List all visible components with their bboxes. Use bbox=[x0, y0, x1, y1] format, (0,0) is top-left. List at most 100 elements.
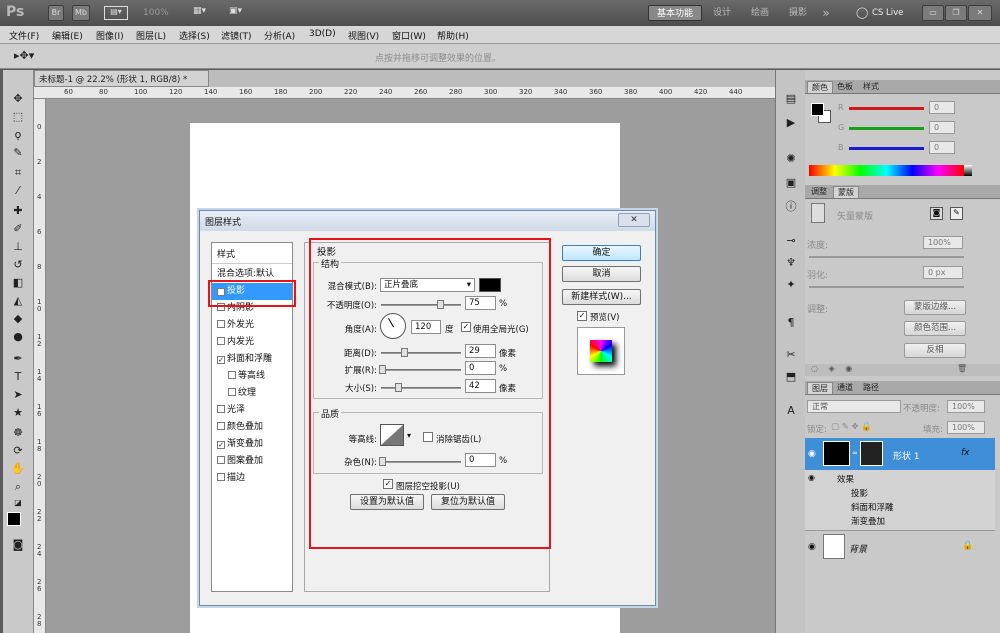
channel-g-slider[interactable] bbox=[849, 127, 924, 130]
menu-layer[interactable]: 图层(L) bbox=[136, 29, 166, 42]
cs-live-label[interactable]: CS Live bbox=[872, 8, 903, 18]
brush-panel-icon[interactable]: ✺ bbox=[783, 152, 799, 166]
channel-b-slider[interactable] bbox=[849, 147, 924, 150]
styles-header[interactable]: 样式 bbox=[212, 247, 292, 264]
bw-ramp[interactable] bbox=[964, 165, 972, 176]
path-select-tool-icon[interactable]: ➤ bbox=[10, 388, 26, 402]
style-item-color-overlay[interactable]: 颜色叠加 bbox=[212, 419, 292, 436]
density-slider[interactable] bbox=[809, 256, 964, 258]
mini-bridge-button[interactable]: Mb bbox=[72, 5, 90, 21]
stamp-tool-icon[interactable]: ⊥ bbox=[10, 240, 26, 254]
style-checkbox[interactable] bbox=[228, 388, 236, 396]
move-tool-icon[interactable]: ✥ bbox=[10, 92, 26, 106]
quick-mask-icon[interactable]: ◙ bbox=[10, 538, 26, 552]
channels-panel-icon[interactable]: ✦ bbox=[783, 278, 799, 292]
workspace-essentials[interactable]: 基本功能 bbox=[648, 5, 702, 21]
menu-view[interactable]: 视图(V) bbox=[348, 29, 379, 42]
menu-image[interactable]: 图像(I) bbox=[96, 29, 124, 42]
close-window-button[interactable]: ✕ bbox=[968, 5, 992, 21]
style-checkbox[interactable] bbox=[217, 405, 225, 413]
vector-mask-icon[interactable]: ✎ bbox=[950, 207, 963, 220]
actions-panel-icon[interactable]: ▶ bbox=[783, 116, 799, 130]
style-checkbox[interactable] bbox=[217, 320, 225, 328]
color-spectrum-ramp[interactable] bbox=[809, 165, 964, 176]
tab-color[interactable]: 颜色 bbox=[807, 81, 833, 93]
eyedropper-tool-icon[interactable]: ⁄ bbox=[10, 184, 26, 198]
pixel-mask-icon[interactable]: ◙ bbox=[930, 207, 943, 220]
dialog-close-button[interactable]: ✕ bbox=[618, 213, 650, 227]
color-range-button[interactable]: 颜色范围... bbox=[904, 321, 966, 336]
bridge-button[interactable]: Br bbox=[48, 5, 64, 21]
view-extras-icon[interactable]: ▤▾ bbox=[104, 6, 128, 20]
effects-visibility-icon[interactable]: ◉ bbox=[808, 473, 815, 482]
layer-row-background[interactable]: ◉ 背景 🔒 bbox=[805, 530, 995, 562]
style-checkbox[interactable] bbox=[217, 473, 225, 481]
eraser-tool-icon[interactable]: ◧ bbox=[10, 276, 26, 290]
crop-tool-icon[interactable]: ⌗ bbox=[10, 166, 26, 180]
layer-visibility-icon[interactable]: ◉ bbox=[808, 449, 816, 459]
screen-mode-icon[interactable]: ▣▾ bbox=[229, 6, 253, 20]
tool-presets-panel-icon[interactable]: ✂ bbox=[783, 348, 799, 362]
marquee-tool-icon[interactable]: ⬚ bbox=[10, 110, 26, 124]
menu-analysis[interactable]: 分析(A) bbox=[264, 29, 295, 42]
layer-row-shape1[interactable]: ◉ ∞ 形状 1 fx bbox=[805, 438, 995, 470]
channel-r-slider[interactable] bbox=[849, 107, 924, 110]
blur-tool-icon[interactable]: ◆ bbox=[10, 312, 26, 326]
menu-file[interactable]: 文件(F) bbox=[9, 29, 39, 42]
menu-select[interactable]: 选择(S) bbox=[179, 29, 210, 42]
more-workspaces-icon[interactable]: » bbox=[816, 5, 836, 21]
menu-3d[interactable]: 3D(D) bbox=[309, 29, 336, 39]
workspace-photography[interactable]: 摄影 bbox=[782, 5, 814, 21]
workspace-design[interactable]: 设计 bbox=[706, 5, 738, 21]
lasso-tool-icon[interactable]: ϙ bbox=[10, 128, 26, 142]
style-item-pattern-overlay[interactable]: 图案叠加 bbox=[212, 453, 292, 470]
tab-channels[interactable]: 通道 bbox=[833, 382, 857, 394]
menu-edit[interactable]: 编辑(E) bbox=[52, 29, 83, 42]
zoom-tool-icon[interactable]: ⌕ bbox=[10, 480, 26, 494]
minimize-button[interactable]: ▭ bbox=[922, 5, 944, 21]
paragraph-panel-icon[interactable]: ¶ bbox=[783, 316, 799, 330]
menu-window[interactable]: 窗口(W) bbox=[392, 29, 426, 42]
cancel-button[interactable]: 取消 bbox=[562, 266, 641, 282]
clone-source-panel-icon[interactable]: ▣ bbox=[783, 176, 799, 190]
layer-name[interactable]: 形状 1 bbox=[893, 449, 920, 462]
document-tab[interactable]: 未标题-1 @ 22.2% (形状 1, RGB/8) * bbox=[34, 70, 209, 87]
history-panel-icon[interactable]: ▤ bbox=[783, 92, 799, 106]
info-panel-icon[interactable]: ⓘ bbox=[783, 200, 799, 214]
tab-swatches[interactable]: 色板 bbox=[833, 81, 857, 93]
feather-value[interactable]: 0 px bbox=[923, 266, 963, 279]
healing-tool-icon[interactable]: ✚ bbox=[10, 204, 26, 218]
blend-mode-select[interactable]: 正常 bbox=[807, 400, 901, 413]
tab-layers[interactable]: 图层 bbox=[807, 382, 833, 394]
restore-button[interactable]: ❐ bbox=[945, 5, 967, 21]
mask-edge-button[interactable]: 蒙版边缘... bbox=[904, 300, 966, 315]
lock-icons[interactable]: ▢ ✎ ✥ 🔒 bbox=[831, 422, 872, 432]
layer-opacity-value[interactable]: 100% bbox=[947, 400, 985, 413]
new-style-button[interactable]: 新建样式(W)... bbox=[562, 289, 641, 305]
brush-tool-icon[interactable]: ✐ bbox=[10, 222, 26, 236]
style-item-gradient-overlay[interactable]: ✓ 渐变叠加 bbox=[212, 436, 292, 453]
pen-tool-icon[interactable]: ✒ bbox=[10, 352, 26, 366]
effect-drop-shadow[interactable]: 投影 bbox=[851, 487, 868, 499]
adjustments-panel-icon[interactable]: ⊸ bbox=[783, 234, 799, 248]
feather-slider[interactable] bbox=[809, 286, 964, 288]
style-item-outer-glow[interactable]: 外发光 bbox=[212, 317, 292, 334]
menu-filter[interactable]: 滤镜(T) bbox=[221, 29, 252, 42]
dodge-tool-icon[interactable]: ● bbox=[10, 330, 26, 344]
history-brush-tool-icon[interactable]: ↺ bbox=[10, 258, 26, 272]
zoom-level[interactable]: 100% bbox=[143, 8, 169, 18]
cs-live-icon[interactable]: ◯ bbox=[856, 6, 868, 19]
fill-value[interactable]: 100% bbox=[947, 421, 985, 434]
foreground-color-swatch[interactable] bbox=[7, 512, 21, 526]
density-value[interactable]: 100% bbox=[923, 236, 963, 249]
color-foreground-swatch[interactable] bbox=[811, 103, 824, 116]
load-selection-icon[interactable]: ◌ bbox=[811, 364, 818, 373]
move-tool-preset-icon[interactable]: ▸✥▾ bbox=[14, 49, 34, 62]
style-item-satin[interactable]: 光泽 bbox=[212, 402, 292, 419]
fx-icon[interactable]: fx bbox=[961, 448, 970, 458]
character-panel-icon[interactable]: A bbox=[783, 404, 799, 418]
3d-panel-icon[interactable]: ⬒ bbox=[783, 370, 799, 384]
tab-paths[interactable]: 路径 bbox=[859, 382, 883, 394]
menu-help[interactable]: 帮助(H) bbox=[437, 29, 469, 42]
background-visibility-icon[interactable]: ◉ bbox=[808, 542, 816, 552]
